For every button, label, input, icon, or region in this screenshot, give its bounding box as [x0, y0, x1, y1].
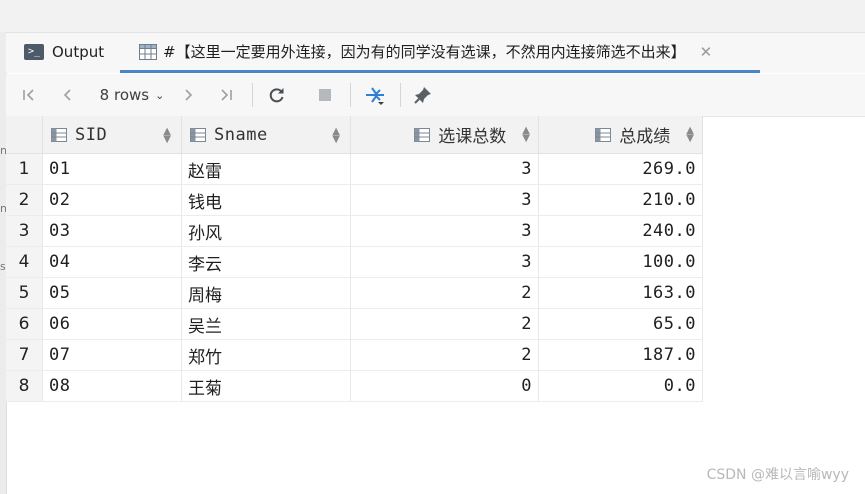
cell-sid[interactable]: 06	[42, 308, 182, 340]
row-number: 6	[6, 308, 43, 340]
sort-icon[interactable]: ▲ ▼	[686, 125, 694, 143]
cell-total-score[interactable]: 187.0	[538, 339, 703, 371]
row-number: 4	[6, 246, 43, 278]
cell-sid[interactable]: 08	[42, 370, 182, 402]
rows-dropdown[interactable]: 8 rows ⌄	[94, 74, 170, 116]
cell-total-score[interactable]: 0.0	[538, 370, 703, 402]
cell-sid[interactable]: 02	[42, 184, 182, 216]
column-icon	[414, 127, 431, 142]
cell-course-count[interactable]: 2	[350, 308, 539, 340]
compare-icon[interactable]	[360, 74, 390, 116]
column-icon	[190, 127, 206, 142]
row-number: 8	[6, 370, 43, 402]
cell-course-count[interactable]: 0	[350, 370, 539, 402]
tab-bar: >_ Output #【这里一定要用外连接，因为有的同学没有选课，不然用内连接筛…	[6, 33, 865, 73]
toolbar-separator	[350, 83, 351, 107]
column-icon	[595, 127, 612, 142]
column-label: 总成绩	[619, 127, 671, 147]
cell-total-score[interactable]: 163.0	[538, 277, 703, 309]
sort-icon[interactable]: ▲ ▼	[163, 127, 171, 145]
previous-page-icon[interactable]	[54, 74, 80, 116]
cell-sname[interactable]: 李云	[181, 246, 351, 278]
sort-icon[interactable]: ▲ ▼	[332, 127, 340, 145]
tab-result-label: #【这里一定要用外连接，因为有的同学没有选课，不然用内连接筛选不出来】	[163, 43, 686, 61]
table-row[interactable]: 2 02 钱电 3 210.0	[6, 184, 703, 216]
refresh-icon[interactable]	[262, 74, 292, 116]
table-icon	[139, 43, 157, 60]
close-icon[interactable]: ✕	[700, 43, 713, 61]
sort-icon[interactable]: ▲ ▼	[522, 125, 530, 143]
table-row[interactable]: 5 05 周梅 2 163.0	[6, 277, 703, 309]
table-row[interactable]: 6 06 吴兰 2 65.0	[6, 308, 703, 340]
cell-total-score[interactable]: 240.0	[538, 215, 703, 247]
cell-course-count[interactable]: 2	[350, 277, 539, 309]
stop-icon[interactable]	[310, 74, 340, 116]
table-row[interactable]: 4 04 李云 3 100.0	[6, 246, 703, 278]
cell-total-score[interactable]: 65.0	[538, 308, 703, 340]
column-header-sid[interactable]: SID ▲ ▼	[42, 116, 182, 154]
toolbar-separator	[252, 83, 253, 107]
table-row[interactable]: 8 08 王菊 0 0.0	[6, 370, 703, 402]
row-number: 1	[6, 153, 43, 185]
console-icon: >_	[24, 43, 44, 60]
last-page-icon[interactable]	[211, 74, 241, 116]
cell-course-count[interactable]: 3	[350, 153, 539, 185]
result-grid: SID ▲ ▼ Sname ▲ ▼ 选课总数 ▲ ▼ 总成绩 ▲ ▼ 1 01 …	[6, 116, 703, 402]
column-header-total-score[interactable]: 总成绩 ▲ ▼	[538, 116, 703, 154]
cell-sid[interactable]: 04	[42, 246, 182, 278]
row-number: 3	[6, 215, 43, 247]
first-page-icon[interactable]	[14, 74, 44, 116]
next-page-icon[interactable]	[176, 74, 202, 116]
gutter-mark: s	[0, 260, 6, 273]
header-row: SID ▲ ▼ Sname ▲ ▼ 选课总数 ▲ ▼ 总成绩 ▲ ▼	[6, 116, 703, 154]
cell-course-count[interactable]: 2	[350, 339, 539, 371]
tab-result[interactable]: #【这里一定要用外连接，因为有的同学没有选课，不然用内连接筛选不出来】 ✕	[139, 33, 712, 70]
column-label: SID	[75, 124, 108, 145]
cell-sid[interactable]: 07	[42, 339, 182, 371]
cell-total-score[interactable]: 269.0	[538, 153, 703, 185]
rows-label: 8 rows	[99, 86, 150, 104]
row-number: 2	[6, 184, 43, 216]
cell-sname[interactable]: 吴兰	[181, 308, 351, 340]
active-tab-indicator	[120, 70, 760, 73]
cell-course-count[interactable]: 3	[350, 246, 539, 278]
column-icon	[51, 127, 67, 142]
cell-total-score[interactable]: 210.0	[538, 184, 703, 216]
column-header-course-count[interactable]: 选课总数 ▲ ▼	[350, 116, 539, 154]
table-row[interactable]: 3 03 孙风 3 240.0	[6, 215, 703, 247]
cell-sid[interactable]: 05	[42, 277, 182, 309]
cell-sname[interactable]: 赵雷	[181, 153, 351, 185]
chevron-down-icon: ⌄	[155, 88, 165, 102]
cell-course-count[interactable]: 3	[350, 184, 539, 216]
cell-sid[interactable]: 03	[42, 215, 182, 247]
row-number: 7	[6, 339, 43, 371]
table-row[interactable]: 1 01 赵雷 3 269.0	[6, 153, 703, 185]
cell-sname[interactable]: 孙风	[181, 215, 351, 247]
tab-output[interactable]: >_ Output	[24, 33, 104, 70]
top-strip	[0, 0, 865, 33]
row-number: 5	[6, 277, 43, 309]
result-toolbar: 8 rows ⌄	[6, 74, 865, 117]
tab-output-label: Output	[52, 42, 105, 61]
cell-sname[interactable]: 王菊	[181, 370, 351, 402]
column-label: 选课总数	[438, 127, 507, 147]
cell-sname[interactable]: 周梅	[181, 277, 351, 309]
cell-sname[interactable]: 钱电	[181, 184, 351, 216]
pin-icon[interactable]	[408, 74, 438, 116]
toolbar-separator	[400, 83, 401, 107]
corner-cell	[6, 116, 43, 154]
cell-sid[interactable]: 01	[42, 153, 182, 185]
watermark: CSDN @难以言喻wyy	[706, 467, 849, 483]
table-row[interactable]: 7 07 郑竹 2 187.0	[6, 339, 703, 371]
column-label: Sname	[214, 124, 268, 145]
column-header-sname[interactable]: Sname ▲ ▼	[181, 116, 351, 154]
cell-total-score[interactable]: 100.0	[538, 246, 703, 278]
cell-sname[interactable]: 郑竹	[181, 339, 351, 371]
cell-course-count[interactable]: 3	[350, 215, 539, 247]
